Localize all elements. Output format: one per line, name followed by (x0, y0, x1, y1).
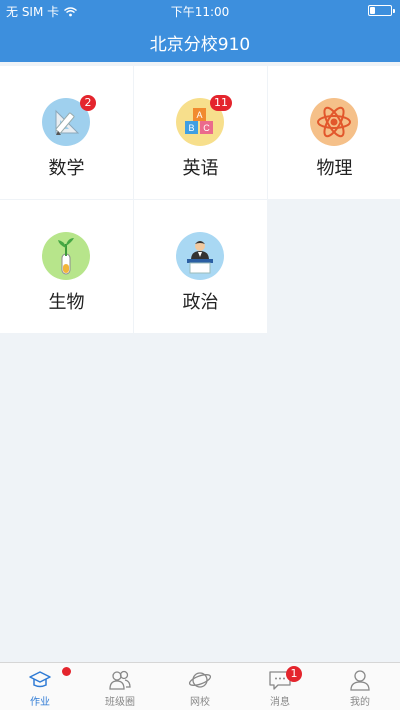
subject-label: 政治 (182, 292, 219, 313)
subject-badge: 2 (80, 95, 96, 111)
tab-label: 作业 (30, 697, 50, 708)
message-badge: 1 (286, 666, 302, 682)
tab-homework[interactable]: 作业 (0, 663, 80, 710)
tab-online-school[interactable]: 网校 (160, 663, 240, 710)
subject-label: 生物 (48, 292, 85, 313)
header-bar: 无 SIM 卡 下午11:00 北京分校910 (0, 0, 400, 62)
subject-label: 物理 (316, 158, 353, 179)
tab-mine[interactable]: 我的 (320, 663, 400, 710)
planet-icon (188, 672, 212, 688)
tab-label: 网校 (190, 697, 210, 708)
people-icon (109, 670, 131, 690)
svg-text:B: B (188, 123, 194, 133)
tab-label: 班级圈 (105, 697, 135, 708)
battery-fill (370, 7, 375, 14)
status-time: 下午11:00 (170, 5, 230, 19)
subject-label: 英语 (182, 158, 219, 179)
subject-english[interactable]: A B C 11 英语 (134, 66, 267, 199)
tab-messages[interactable]: 1 消息 (240, 663, 320, 710)
tab-label: 我的 (350, 697, 370, 708)
atom-icon (310, 98, 358, 146)
subject-politics[interactable]: 政治 (134, 200, 267, 333)
graduation-cap-icon (29, 671, 51, 688)
svg-text:C: C (203, 123, 210, 133)
subject-biology[interactable]: 生物 (0, 200, 133, 333)
subject-math[interactable]: 2 数学 (0, 66, 133, 199)
speaker-podium-icon (176, 232, 224, 280)
svg-text:A: A (196, 110, 202, 120)
battery-icon (368, 5, 395, 16)
notification-dot (62, 667, 71, 676)
subject-label: 数学 (48, 158, 85, 179)
status-bar: 无 SIM 卡 下午11:00 (0, 0, 400, 20)
page-title: 北京分校910 (149, 35, 251, 55)
plant-test-tube-icon (42, 232, 90, 280)
tab-class-circle[interactable]: 班级圈 (80, 663, 160, 710)
tab-label: 消息 (270, 697, 290, 708)
person-icon (350, 670, 370, 691)
subject-badge: 11 (210, 95, 232, 111)
bottom-tab-bar: 作业 班级圈 网校 1 消息 我的 (0, 662, 400, 710)
subject-physics[interactable]: 物理 (268, 66, 400, 199)
